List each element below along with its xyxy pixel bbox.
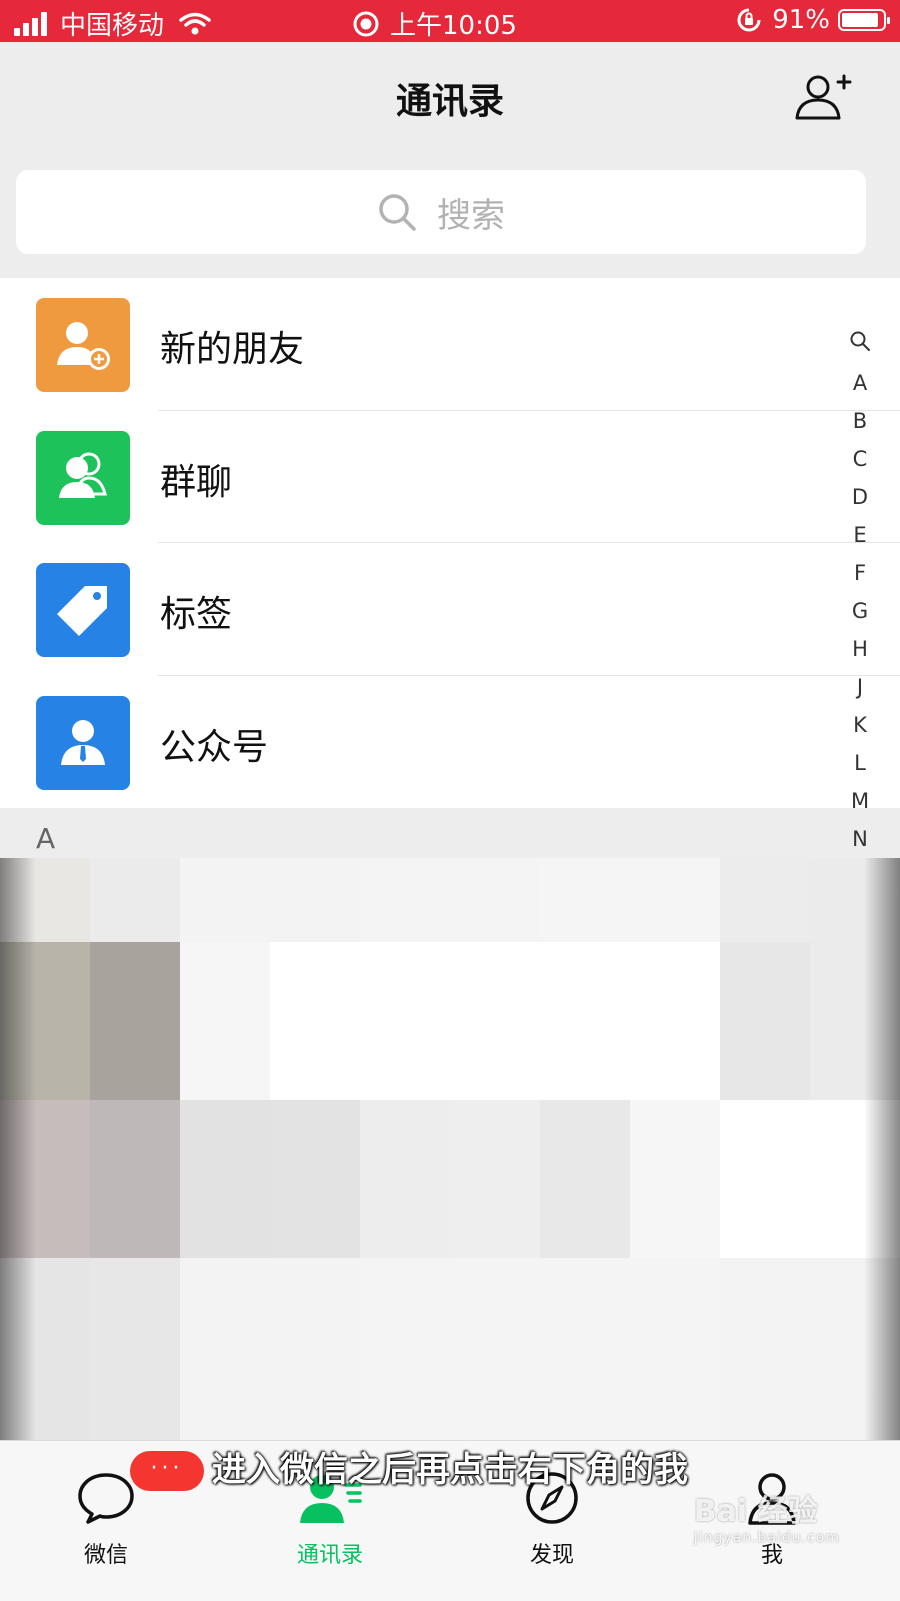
mosaic-cell <box>270 1258 360 1440</box>
search-input[interactable]: 搜索 <box>16 170 866 254</box>
list-item-tags[interactable]: 标签 <box>0 543 900 676</box>
mosaic-cell <box>270 1100 360 1258</box>
page-title: 通讯录 <box>395 81 504 122</box>
signal-icon <box>14 11 50 36</box>
mosaic-cell <box>270 858 360 942</box>
mosaic-cell <box>540 1258 630 1440</box>
list-item-label: 公众号 <box>160 726 269 768</box>
mosaic-cell <box>630 1100 720 1258</box>
mosaic-cell <box>720 858 810 942</box>
status-bar: 中国移动 上午10:05 91% <box>0 0 900 42</box>
carrier-label: 中国移动 <box>60 11 165 41</box>
mosaic-cell <box>180 858 270 942</box>
search-placeholder: 搜索 <box>437 195 505 236</box>
index-search-icon[interactable] <box>840 326 880 364</box>
mosaic-cell <box>360 942 450 1100</box>
index-letter[interactable]: D <box>840 478 880 516</box>
index-letter[interactable]: N <box>840 820 880 858</box>
mosaic-cell <box>450 942 540 1100</box>
nav-header: 通讯录 <box>0 42 900 152</box>
mosaic-cell <box>450 1100 540 1258</box>
index-letter[interactable]: B <box>840 402 880 440</box>
recording-icon <box>353 11 379 36</box>
list-item-new-friends[interactable]: 新的朋友 <box>0 278 900 411</box>
tag-icon <box>36 563 130 657</box>
function-list: 新的朋友 群聊 标签 公众号 <box>0 278 900 808</box>
index-letter[interactable]: K <box>840 706 880 744</box>
add-friend-icon <box>36 298 130 392</box>
list-item-label: 标签 <box>160 594 233 635</box>
mosaic-cell <box>180 1100 270 1258</box>
index-letter[interactable]: E <box>840 516 880 554</box>
mosaic-cell <box>360 1100 450 1258</box>
index-letter[interactable]: G <box>840 592 880 630</box>
official-account-icon <box>36 695 130 790</box>
battery-percent: 91% <box>772 5 830 35</box>
index-letter[interactable]: L <box>840 744 880 782</box>
list-item-official-accounts[interactable]: 公众号 <box>0 676 900 809</box>
list-item-label: 群聊 <box>160 461 233 503</box>
add-contact-icon[interactable] <box>792 72 852 124</box>
mosaic-cell <box>180 1258 270 1440</box>
battery-icon <box>838 9 890 31</box>
mosaic-cell <box>360 858 450 942</box>
index-letter[interactable]: A <box>840 364 880 402</box>
mosaic-cell <box>180 942 270 1100</box>
mosaic-cell <box>540 942 630 1100</box>
mosaic-cell <box>450 1258 540 1440</box>
mosaic-cell <box>630 858 720 942</box>
mosaic-cell <box>540 1100 630 1258</box>
wifi-icon <box>179 12 211 34</box>
mosaic-cell <box>720 1100 810 1258</box>
index-letter[interactable]: F <box>840 554 880 592</box>
video-subtitle: 进入微信之后再点击右下角的我 <box>212 1450 688 1490</box>
section-header: A <box>0 808 900 864</box>
mosaic-cell <box>630 1258 720 1440</box>
mosaic-cell <box>270 942 360 1100</box>
list-item-group-chats[interactable]: 群聊 <box>0 411 900 543</box>
index-letter[interactable]: M <box>840 782 880 820</box>
mosaic-cell <box>90 858 180 942</box>
index-letter[interactable]: J <box>840 668 880 706</box>
group-chat-icon <box>36 430 130 525</box>
section-letter: A <box>36 822 56 855</box>
list-item-label: 新的朋友 <box>160 329 305 370</box>
mosaic-cell <box>720 1258 810 1440</box>
alphabet-index[interactable]: ABCDEFGHJKLMN <box>840 326 880 851</box>
mosaic-cell <box>90 942 180 1100</box>
mosaic-cell <box>630 942 720 1100</box>
mosaic-cell <box>90 1258 180 1440</box>
clock: 上午10:05 <box>390 11 517 41</box>
mosaic-cell <box>450 858 540 942</box>
search-icon <box>379 194 416 231</box>
mosaic-cell <box>720 942 810 1100</box>
index-letter[interactable]: C <box>840 440 880 478</box>
baidu-watermark: Bai 经验 jingyan.baidu.com <box>693 1494 840 1546</box>
rotation-lock-icon <box>737 8 761 32</box>
mosaic-cell <box>360 1258 450 1440</box>
blurred-contact-list <box>0 858 900 1440</box>
mosaic-cell <box>540 858 630 942</box>
mosaic-cell <box>90 1100 180 1258</box>
index-letter[interactable]: H <box>840 630 880 668</box>
